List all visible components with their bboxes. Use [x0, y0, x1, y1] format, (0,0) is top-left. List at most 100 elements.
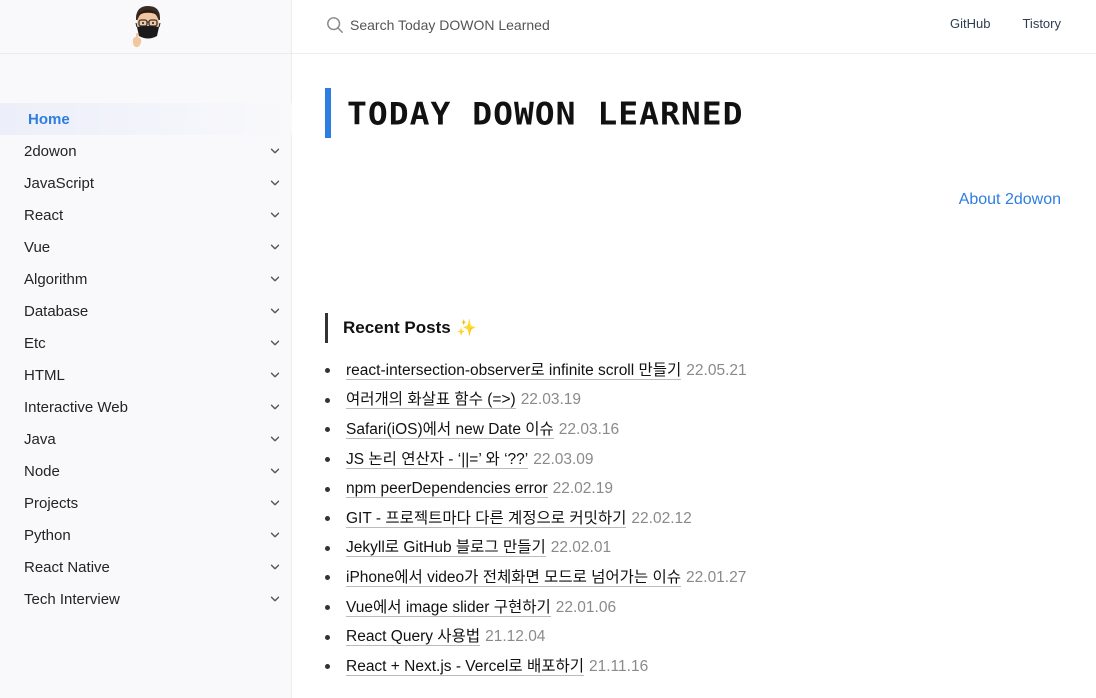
avatar[interactable] — [128, 3, 168, 51]
sidebar-item-projects[interactable]: Projects — [0, 487, 292, 519]
chevron-down-icon[interactable] — [270, 338, 280, 348]
sidebar-item-html[interactable]: HTML — [0, 359, 292, 391]
post-link[interactable]: Vue에서 image slider 구현하기 — [346, 599, 551, 617]
bullet-icon — [325, 486, 330, 492]
github-link[interactable]: GitHub — [950, 16, 990, 31]
sidebar-item-label: React — [24, 206, 64, 224]
chevron-down-icon[interactable] — [270, 530, 280, 540]
chevron-down-icon[interactable] — [270, 402, 280, 412]
list-item: React + Next.js - Vercel로 배포하기 21.11.16 — [325, 652, 747, 682]
sidebar-item-label: Node — [24, 462, 60, 480]
chevron-down-icon[interactable] — [270, 466, 280, 476]
logo-area — [0, 0, 291, 54]
post-link[interactable]: React Query 사용법 — [346, 628, 481, 647]
chevron-down-icon[interactable] — [270, 274, 280, 284]
bullet-icon — [325, 605, 330, 611]
post-date: 22.02.01 — [550, 539, 612, 557]
sidebar-item-label: Tech Interview — [24, 590, 120, 608]
sidebar-item-label: Algorithm — [24, 270, 88, 288]
chevron-down-icon[interactable] — [270, 370, 280, 380]
post-link[interactable]: React + Next.js - Vercel로 배포하기 — [346, 658, 584, 676]
recent-posts-heading: Recent Posts ✨ — [325, 313, 477, 343]
sidebar-item-label: Interactive Web — [24, 398, 128, 416]
list-item: react-intersection-observer로 infinite sc… — [325, 356, 747, 386]
bullet-icon — [325, 397, 330, 403]
list-item: 여러개의 화살표 함수 (=>) 22.03.19 — [325, 386, 747, 416]
post-link[interactable]: 여러개의 화살표 함수 (=>) — [346, 391, 516, 410]
bullet-icon — [325, 368, 330, 374]
search-input[interactable] — [350, 17, 650, 33]
sidebar-nav: Home 2dowon JavaScript React Vue Algorithm Dat… — [0, 103, 292, 615]
list-item: React Query 사용법 21.12.04 — [325, 622, 747, 652]
sidebar-item-javascript[interactable]: JavaScript — [0, 167, 292, 199]
post-link[interactable]: Jekyll로 GitHub 블로그 만들기 — [346, 539, 546, 558]
list-item: npm peerDependencies error 22.02.19 — [325, 474, 747, 504]
sidebar-item-algorithm[interactable]: Algorithm — [0, 263, 292, 295]
list-item: Vue에서 image slider 구현하기 22.01.06 — [325, 593, 747, 623]
post-link[interactable]: react-intersection-observer로 infinite sc… — [346, 362, 682, 380]
list-item: iPhone에서 video가 전체화면 모드로 넘어가는 이슈 22.01.27 — [325, 563, 747, 593]
recent-posts-label: Recent Posts — [343, 318, 451, 337]
sidebar-item-tech-interview[interactable]: Tech Interview — [0, 583, 292, 615]
sidebar-item-etc[interactable]: Etc — [0, 327, 292, 359]
sidebar-item-2dowon[interactable]: 2dowon — [0, 135, 292, 167]
post-date: 22.03.09 — [533, 450, 594, 468]
list-item: Safari(iOS)에서 new Date 이슈 22.03.16 — [325, 415, 747, 445]
post-date: 21.12.04 — [485, 628, 546, 646]
sidebar-item-label: Python — [24, 526, 71, 544]
post-date: 22.01.27 — [686, 568, 747, 586]
top-links: GitHub Tistory — [950, 16, 1061, 31]
post-link[interactable]: npm peerDependencies error — [346, 480, 548, 499]
sidebar-item-database[interactable]: Database — [0, 295, 292, 327]
sidebar-item-python[interactable]: Python — [0, 519, 292, 551]
tistory-link[interactable]: Tistory — [1022, 16, 1061, 31]
chevron-down-icon[interactable] — [270, 562, 280, 572]
recent-posts-list: react-intersection-observer로 infinite sc… — [325, 356, 747, 682]
list-item: JS 논리 연산자 - ‘||=’ 와 ‘??’ 22.03.09 — [325, 445, 747, 475]
post-date: 22.03.19 — [520, 391, 582, 409]
chevron-down-icon[interactable] — [270, 594, 280, 604]
sparkles-icon: ✨ — [456, 320, 477, 337]
sidebar-item-java[interactable]: Java — [0, 423, 292, 455]
post-date: 22.02.12 — [631, 509, 692, 527]
sidebar-item-react-native[interactable]: React Native — [0, 551, 292, 583]
chevron-down-icon[interactable] — [270, 498, 280, 508]
post-link[interactable]: GIT - 프로젝트마다 다른 계정으로 커밋하기 — [346, 510, 627, 528]
bullet-icon — [325, 427, 330, 433]
chevron-down-icon[interactable] — [270, 306, 280, 316]
sidebar-item-label: Home — [28, 110, 70, 128]
top-bar: GitHub Tistory — [292, 0, 1096, 54]
sidebar-item-label: React Native — [24, 558, 110, 576]
page-title: TODAY DOWON LEARNED — [347, 94, 744, 132]
sidebar-item-label: JavaScript — [24, 174, 95, 192]
post-link[interactable]: JS 논리 연산자 - ‘||=’ 와 ‘??’ — [346, 451, 529, 469]
sidebar-item-label: Etc — [24, 334, 46, 352]
list-item: GIT - 프로젝트마다 다른 계정으로 커밋하기 22.02.12 — [325, 504, 747, 534]
sidebar-item-vue[interactable]: Vue — [0, 231, 292, 263]
chevron-down-icon[interactable] — [270, 146, 280, 156]
bullet-icon — [325, 545, 330, 551]
bullet-icon — [325, 457, 330, 463]
sidebar-item-home[interactable]: Home — [0, 103, 292, 135]
post-date: 22.03.16 — [558, 420, 620, 438]
chevron-down-icon[interactable] — [270, 178, 280, 188]
chevron-down-icon[interactable] — [270, 242, 280, 252]
post-date: 21.11.16 — [589, 657, 649, 675]
sidebar-item-label: 2dowon — [24, 142, 77, 160]
sidebar-item-label: HTML — [24, 366, 65, 384]
post-link[interactable]: Safari(iOS)에서 new Date 이슈 — [346, 421, 554, 439]
about-link[interactable]: About 2dowon — [959, 191, 1061, 209]
chevron-down-icon[interactable] — [270, 434, 280, 444]
post-link[interactable]: iPhone에서 video가 전체화면 모드로 넘어가는 이슈 — [346, 569, 682, 587]
sidebar-item-interactive-web[interactable]: Interactive Web — [0, 391, 292, 423]
bullet-icon — [325, 575, 330, 581]
sidebar-item-react[interactable]: React — [0, 199, 292, 231]
title-accent-bar — [325, 88, 331, 138]
sidebar-item-node[interactable]: Node — [0, 455, 292, 487]
bullet-icon — [325, 516, 330, 522]
chevron-down-icon[interactable] — [270, 210, 280, 220]
search-box — [326, 16, 650, 34]
hero-title: TODAY DOWON LEARNED — [325, 88, 744, 138]
list-item: Jekyll로 GitHub 블로그 만들기 22.02.01 — [325, 534, 747, 564]
sidebar-item-label: Java — [24, 430, 56, 448]
